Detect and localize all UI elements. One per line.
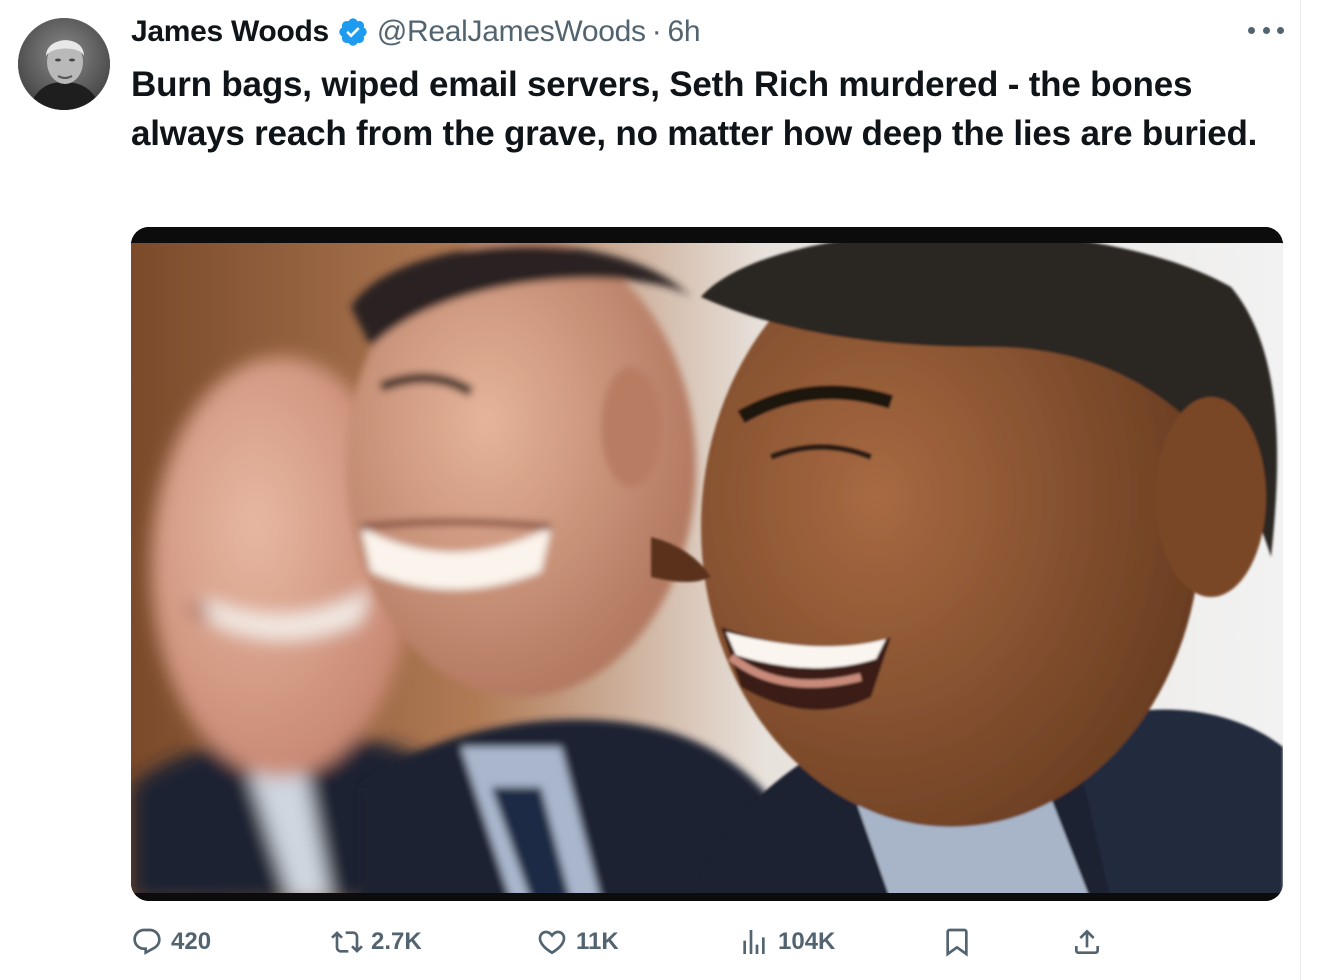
bookmark-button[interactable] xyxy=(941,922,973,962)
share-button[interactable] xyxy=(1071,922,1103,962)
reply-icon xyxy=(133,928,161,955)
reply-count: 420 xyxy=(171,928,212,955)
reply-button[interactable]: 420 xyxy=(131,922,211,962)
views-count: 104K xyxy=(778,928,836,955)
repost-icon xyxy=(331,931,363,953)
repost-button[interactable]: 2.7K xyxy=(331,922,422,962)
share-icon xyxy=(1075,929,1099,954)
author-name[interactable]: James Woods xyxy=(131,15,329,49)
tweet-text: Burn bags, wiped email servers, Seth Ric… xyxy=(131,65,1258,153)
tweet-actions-bar: 420 2.7K 11K 104K xyxy=(131,922,1281,962)
timeline-divider xyxy=(1300,0,1301,980)
header-separator: · xyxy=(651,15,662,48)
views-button[interactable]: 104K xyxy=(738,922,835,962)
views-icon xyxy=(743,930,765,954)
more-icon[interactable] xyxy=(1248,20,1284,40)
like-count: 11K xyxy=(576,928,619,955)
author-handle[interactable]: @RealJamesWoods xyxy=(377,15,646,49)
like-button[interactable]: 11K xyxy=(536,922,619,962)
avatar[interactable] xyxy=(18,18,110,110)
tweet-media-photo[interactable] xyxy=(131,227,1283,901)
heart-icon xyxy=(538,930,566,955)
tweet-timestamp[interactable]: 6h xyxy=(667,15,700,49)
tweet-header: James Woods @RealJamesWoods · 6h xyxy=(131,14,701,50)
verified-badge-icon[interactable] xyxy=(337,16,369,48)
repost-count: 2.7K xyxy=(371,928,422,955)
bookmark-icon xyxy=(946,928,968,957)
